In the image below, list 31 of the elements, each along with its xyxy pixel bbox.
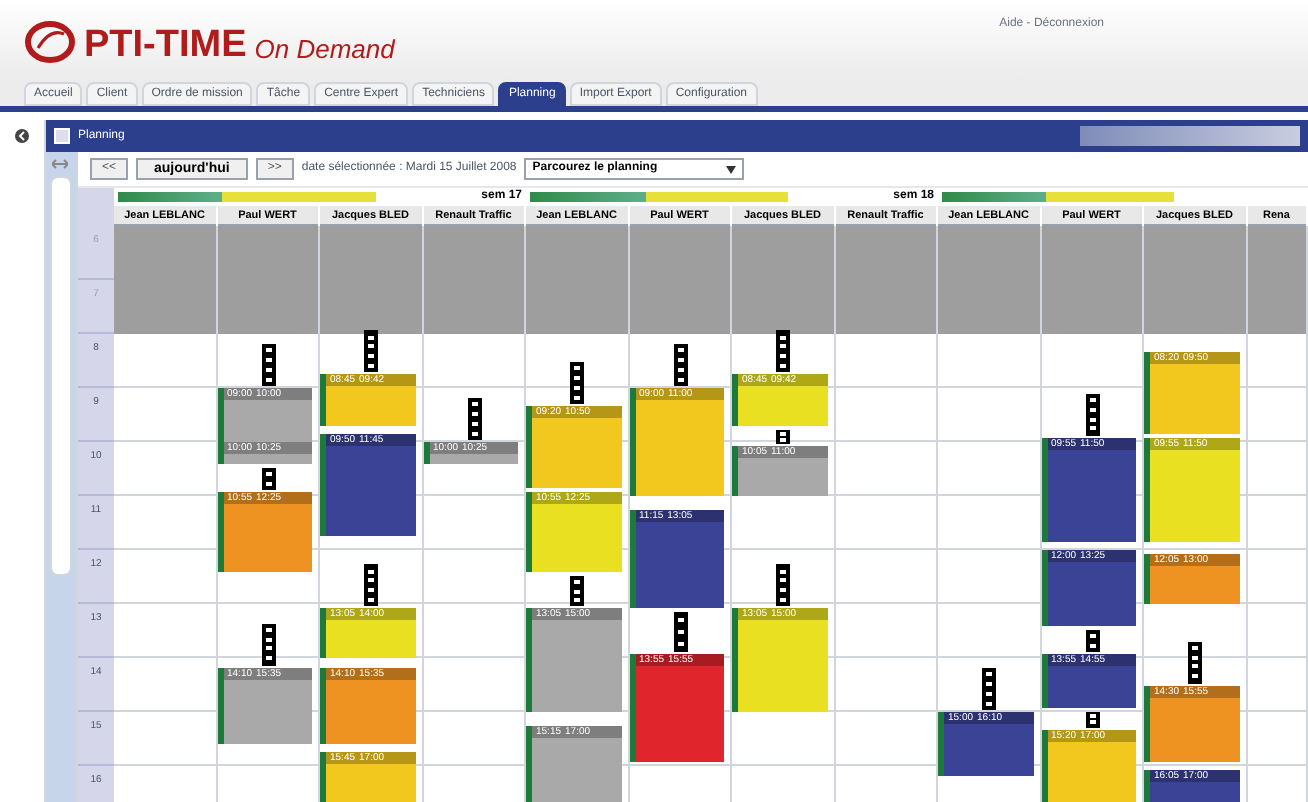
unavailable-slot [938,280,1039,334]
unavailable-slot [629,280,730,334]
unavailable-slot [320,226,421,280]
unavailable-slot [1144,226,1245,280]
unavailable-slot [835,280,936,334]
unavailable-slot [1041,226,1142,280]
unavailable-slot [938,226,1039,280]
logo-swoosh-icon [24,20,76,64]
unavailable-slot [835,226,936,280]
scrollbar-thumb[interactable] [50,176,72,576]
unavailable-slot [1041,280,1142,334]
expand-icon[interactable] [52,158,68,170]
unavailable-slot [320,280,421,334]
unavailable-slot [217,226,318,280]
unavailable-slot [1247,280,1306,334]
unavailable-slot [114,280,215,334]
unavailable-slot [1144,280,1245,334]
unavailable-slot [217,280,318,334]
logo: PTI-TIME On Demand [24,16,395,64]
unavailable-slot [732,226,833,280]
hour-column-header [78,188,114,206]
unavailable-slot [423,226,524,280]
unavailable-slot [732,280,833,334]
unavailable-slot [526,280,627,334]
unavailable-slot [423,280,524,334]
unavailable-slot [1247,226,1306,280]
unavailable-slot [526,226,627,280]
unavailable-slot [629,226,730,280]
collapse-icon[interactable] [14,128,30,144]
dropdown-arrow-icon [726,165,737,173]
unavailable-slot [114,226,215,280]
